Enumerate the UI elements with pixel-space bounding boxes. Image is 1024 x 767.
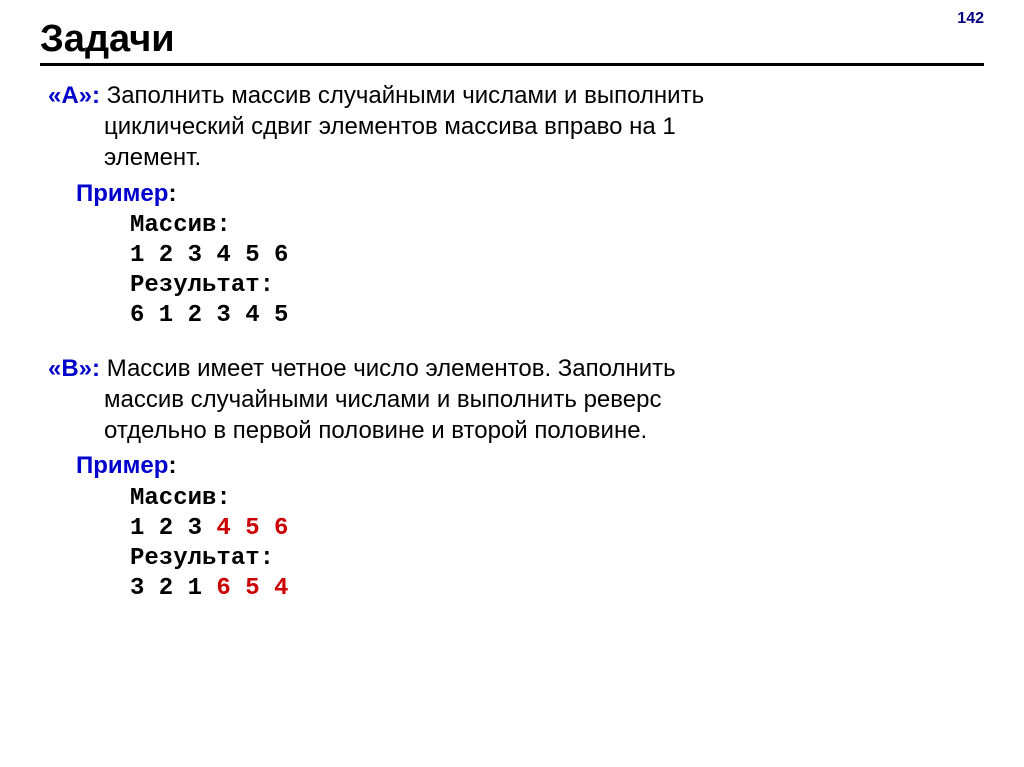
code-b-line3: Результат: (130, 544, 984, 574)
task-a-line2: циклический сдвиг элементов массива впра… (104, 111, 984, 142)
task-b: «B»: Массив имеет четное число элементов… (40, 353, 984, 604)
code-b-line4: 3 2 1 6 5 4 (130, 574, 984, 604)
task-b-line1: «B»: Массив имеет четное число элементов… (48, 353, 984, 384)
page-number: 142 (957, 10, 984, 28)
task-b-line3: отдельно в первой половине и второй поло… (104, 415, 984, 446)
content-area: «A»: Заполнить массив случайными числами… (40, 80, 984, 604)
task-b-line2: массив случайными числами и выполнить ре… (104, 384, 984, 415)
task-a-code: Массив: 1 2 3 4 5 6 Результат: 6 1 2 3 4… (130, 211, 984, 331)
task-a: «A»: Заполнить массив случайными числами… (40, 80, 984, 331)
code-a-line4: 6 1 2 3 4 5 (130, 301, 984, 331)
page-title: Задачи (40, 18, 984, 66)
task-b-example-label: Пример: (76, 450, 984, 481)
task-a-example-label: Пример: (76, 178, 984, 209)
task-a-label: «A»: (48, 82, 100, 109)
task-b-label: «B»: (48, 355, 100, 382)
code-a-line1: Массив: (130, 211, 984, 241)
task-b-desc1: Массив имеет четное число элементов. Зап… (100, 355, 676, 382)
task-a-line3: элемент. (104, 142, 984, 173)
code-b-line2: 1 2 3 4 5 6 (130, 514, 984, 544)
code-b-line1: Массив: (130, 484, 984, 514)
task-b-code: Массив: 1 2 3 4 5 6 Результат: 3 2 1 6 5… (130, 484, 984, 604)
code-a-line2: 1 2 3 4 5 6 (130, 241, 984, 271)
code-a-line3: Результат: (130, 271, 984, 301)
task-a-line1: «A»: Заполнить массив случайными числами… (48, 80, 984, 111)
task-a-desc1: Заполнить массив случайными числами и вы… (100, 82, 704, 109)
